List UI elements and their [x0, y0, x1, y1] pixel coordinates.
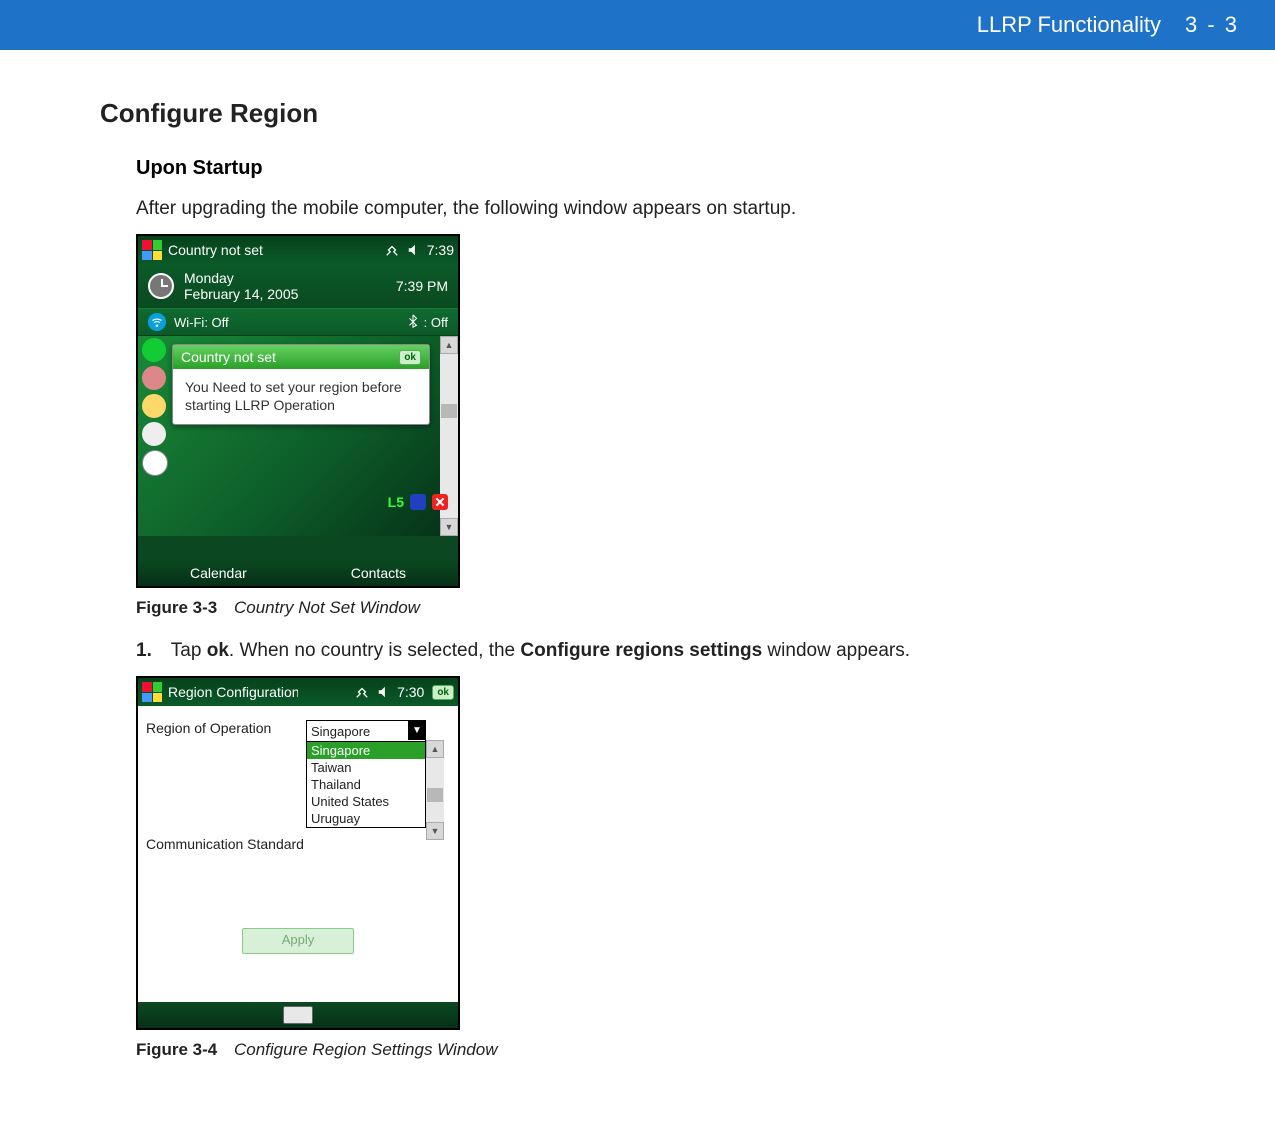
subsection-title: Upon Startup: [100, 157, 1195, 180]
region-option[interactable]: Taiwan: [307, 759, 425, 776]
wm-title-bar: Country not set 7:39: [138, 236, 458, 264]
page-header: LLRP Functionality 3 - 3: [0, 0, 1275, 50]
clock-icon: [148, 273, 174, 299]
volume-icon: [377, 685, 391, 699]
step-1-mid: . When no country is selected, the: [229, 640, 521, 661]
home-icon-column: [142, 336, 168, 476]
clock-time-2: 7:30: [397, 684, 424, 700]
popup-title-text: Country not set: [181, 349, 276, 365]
screenshot-country-not-set: Country not set 7:39 Monday February 14,…: [136, 234, 460, 588]
comm-row: Communication Standard: [146, 836, 450, 852]
apply-button[interactable]: Apply: [242, 928, 354, 954]
date-bar: Monday February 14, 2005 7:39 PM: [138, 264, 458, 308]
window-title-2: Region Configuration: [168, 684, 298, 700]
scroll-up-button[interactable]: ▲: [440, 336, 458, 354]
popup-ok-button[interactable]: ok: [399, 350, 421, 365]
popup-title-bar: Country not set ok: [173, 345, 429, 369]
wifi-icon: [148, 313, 166, 331]
titlebar-ok-button[interactable]: ok: [432, 685, 454, 700]
popup-body-text: You Need to set your region before start…: [173, 369, 429, 424]
tray-icons-2: [355, 685, 391, 699]
region-option[interactable]: Singapore: [307, 742, 425, 759]
scroll-up-button[interactable]: ▲: [426, 740, 444, 758]
volume-icon: [407, 243, 421, 257]
status-error-icon: [432, 494, 448, 510]
tray-icons: [385, 243, 421, 257]
scroll-track[interactable]: [426, 758, 444, 822]
region-option[interactable]: United States: [307, 793, 425, 810]
popup-dialog: Country not set ok You Need to set your …: [172, 344, 430, 425]
calendar-icon[interactable]: [142, 450, 168, 476]
soft-key-right[interactable]: Contacts: [351, 565, 406, 581]
region-option[interactable]: Thailand: [307, 776, 425, 793]
form-area: Region of Operation Singapore ▼ Singapor…: [138, 706, 458, 962]
connection-icon: [355, 685, 369, 699]
tasks-icon[interactable]: [142, 422, 166, 446]
step-1-bold2: Configure regions settings: [520, 640, 762, 661]
clock-time: 7:39: [427, 242, 454, 258]
wifi-bar: Wi-Fi: Off : Off: [138, 308, 458, 336]
figure1-caption: Figure 3-3 Country Not Set Window: [100, 598, 1195, 618]
step-1-post: window appears.: [762, 640, 910, 661]
start-icon[interactable]: [142, 682, 162, 702]
scroll-thumb[interactable]: [441, 404, 457, 418]
soft-key-left[interactable]: Calendar: [190, 565, 247, 581]
date: February 14, 2005: [184, 286, 298, 302]
intro-text: After upgrading the mobile computer, the…: [100, 198, 1195, 220]
region-row: Region of Operation Singapore ▼ Singapor…: [146, 720, 450, 828]
keyboard-icon[interactable]: [283, 1006, 313, 1024]
status-lg: L5: [388, 494, 404, 510]
window-title: Country not set: [168, 242, 263, 258]
scroll-down-button[interactable]: ▼: [440, 518, 458, 536]
page-number: 3 - 3: [1185, 12, 1239, 38]
region-combo[interactable]: Singapore ▼ Singapore Taiwan Thailand Un…: [306, 720, 426, 828]
scroll-down-button[interactable]: ▼: [426, 822, 444, 840]
owner-info-icon[interactable]: [142, 338, 166, 362]
combo-dropdown-button[interactable]: ▼: [408, 720, 426, 740]
bluetooth-icon: [406, 314, 420, 331]
figure1-title: Country Not Set Window: [234, 598, 420, 617]
chapter-title: LLRP Functionality: [977, 12, 1161, 38]
region-label: Region of Operation: [146, 720, 306, 736]
status-bluetooth-icon: [410, 494, 426, 510]
weekday: Monday: [184, 270, 298, 286]
mail-icon[interactable]: [142, 394, 166, 418]
home-main: ▲ ▼ Country not set ok You Need to set y…: [138, 336, 458, 536]
status-bar-icons: L5: [388, 494, 448, 510]
sip-bar: [138, 1002, 458, 1028]
figure2-num: Figure 3-4: [136, 1040, 217, 1059]
region-option[interactable]: Uruguay: [307, 810, 425, 827]
time-pm: 7:39 PM: [396, 278, 448, 294]
region-option-list: Singapore Taiwan Thailand United States …: [306, 742, 426, 828]
screenshot-region-config: Region Configuration 7:30 ok Region of O…: [136, 676, 460, 1030]
comm-label: Communication Standard: [146, 836, 306, 852]
scroll-thumb[interactable]: [427, 788, 443, 802]
figure1-num: Figure 3-3: [136, 598, 217, 617]
option-list-scrollbar[interactable]: ▲ ▼: [426, 740, 444, 840]
bluetooth-label: : Off: [424, 315, 448, 330]
figure2-caption: Figure 3-4 Configure Region Settings Win…: [100, 1040, 1195, 1060]
start-icon[interactable]: [142, 240, 162, 260]
step-1-ok: ok: [207, 640, 229, 661]
soft-key-bar: Calendar Contacts: [138, 560, 458, 586]
section-title: Configure Region: [100, 98, 1195, 129]
figure2-title: Configure Region Settings Window: [234, 1040, 498, 1059]
step-1-num: 1.: [136, 640, 152, 661]
step-1-pre: Tap: [171, 640, 207, 661]
wm-title-bar-2: Region Configuration 7:30 ok: [138, 678, 458, 706]
connection-icon: [385, 243, 399, 257]
page-content: Configure Region Upon Startup After upgr…: [0, 50, 1275, 1122]
person-icon[interactable]: [142, 366, 166, 390]
wifi-label: Wi-Fi: Off: [174, 315, 229, 330]
step-1: 1. Tap ok. When no country is selected, …: [100, 640, 1195, 662]
